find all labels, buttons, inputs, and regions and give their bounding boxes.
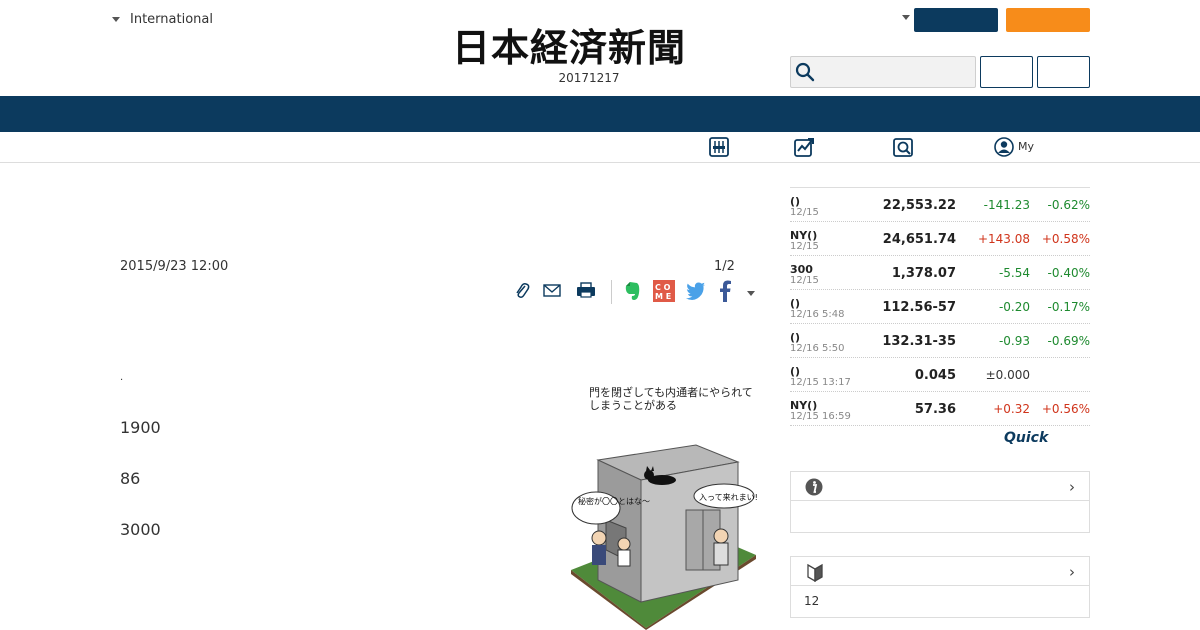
edition-label: International — [130, 12, 213, 27]
svg-text:M E: M E — [655, 292, 671, 301]
beginner-mark-icon — [807, 563, 823, 582]
market-time: 12/16 5:50 — [790, 343, 845, 354]
main-navbar — [0, 96, 1200, 132]
bubble-right-text: 入って来れまい! — [699, 493, 758, 502]
market-change: -5.54 — [998, 266, 1030, 280]
svg-text:C O: C O — [655, 283, 671, 292]
market-value: 1,378.07 — [891, 266, 956, 281]
chevron-right-icon: › — [1069, 563, 1075, 581]
market-row[interactable]: () 12/15 13:17 0.045 ±0.000 — [790, 358, 1090, 392]
share-divider — [611, 280, 612, 304]
market-change: -141.23 — [983, 198, 1030, 212]
market-row[interactable]: NY() 12/15 16:59 57.36 +0.32 +0.56% — [790, 392, 1090, 426]
market-time: 12/16 5:48 — [790, 309, 845, 320]
my-page-label[interactable]: My — [1018, 140, 1034, 153]
market-value: 112.56-57 — [882, 300, 956, 315]
market-percent: +0.56% — [1041, 402, 1090, 416]
article-paragraph-2: 86 — [120, 469, 141, 488]
facebook-icon[interactable] — [718, 280, 732, 302]
market-row[interactable]: () 12/15 22,553.22 -141.23 -0.62% — [790, 188, 1090, 222]
article-paragraph-1: 1900 — [120, 418, 161, 437]
market-value: 24,651.74 — [882, 232, 956, 247]
vault-illustration: 秘密が〇〇とはな～ 入って来れまい! — [571, 444, 758, 630]
site-logo[interactable]: 日本経済新聞 — [452, 28, 748, 68]
beginner-box-body: 12 — [804, 594, 820, 608]
search-input[interactable] — [790, 56, 976, 88]
clip-icon[interactable] — [514, 280, 530, 302]
market-value: 132.31-35 — [882, 334, 956, 349]
article-paragraph-3: 3000 — [120, 520, 161, 539]
market-value: 57.36 — [914, 402, 956, 417]
bubble-left-text: 秘密が〇〇とはな～ — [578, 496, 650, 506]
twitter-icon[interactable] — [685, 280, 707, 302]
info-box-body — [791, 501, 1089, 532]
market-value: 0.045 — [914, 368, 956, 383]
info-icon — [805, 478, 823, 496]
market-time: 12/15 — [790, 275, 819, 286]
market-percent: -0.69% — [1047, 334, 1090, 348]
issue-date: 20171217 — [558, 71, 620, 85]
edition-selector[interactable]: International — [112, 12, 213, 27]
market-time: 12/15 — [790, 207, 819, 218]
evernote-icon[interactable] — [622, 280, 642, 302]
market-time: 12/15 16:59 — [790, 411, 851, 422]
market-change: +143.08 — [977, 232, 1030, 246]
info-box-header[interactable]: › — [791, 472, 1089, 501]
market-change: +0.32 — [993, 402, 1030, 416]
market-row[interactable]: NY() 12/15 24,651.74 +143.08 +0.58% — [790, 222, 1090, 256]
info-box[interactable]: › — [790, 471, 1090, 533]
market-time: 12/15 — [790, 241, 819, 252]
market-chart-icon[interactable] — [793, 136, 815, 158]
share-more-caret-icon[interactable] — [747, 291, 755, 296]
market-change: ±0.000 — [985, 368, 1030, 382]
market-change: -0.20 — [998, 300, 1030, 314]
search-option-button-2[interactable] — [1037, 56, 1090, 88]
quick-logo[interactable]: Quick — [1004, 430, 1048, 446]
user-icon[interactable] — [993, 136, 1015, 158]
market-row[interactable]: () 12/16 5:48 112.56-57 -0.20 -0.17% — [790, 290, 1090, 324]
article-date: 2015/9/23 12:00 — [120, 259, 229, 274]
market-value: 22,553.22 — [882, 198, 956, 213]
search-icon[interactable] — [795, 62, 815, 82]
market-percent: -0.62% — [1047, 198, 1090, 212]
page: International 日本経済新聞 20171217 My 2015/9/… — [0, 0, 1200, 630]
mail-icon[interactable] — [543, 280, 561, 302]
market-change: -0.93 — [998, 334, 1030, 348]
login-button[interactable] — [914, 8, 998, 32]
search-option-button-1[interactable] — [980, 56, 1033, 88]
market-table: () 12/15 22,553.22 -141.23 -0.62% NY() 12/15 24… — [790, 187, 1090, 426]
print-icon[interactable] — [576, 280, 596, 302]
market-percent: -0.40% — [1047, 266, 1090, 280]
market-row[interactable]: 300 12/15 1,378.07 -5.54 -0.40% — [790, 256, 1090, 290]
chevron-right-icon: › — [1069, 478, 1075, 496]
beginner-box-header[interactable]: › — [791, 557, 1089, 586]
beginner-box[interactable]: › 12 — [790, 556, 1090, 618]
market-row[interactable]: () 12/16 5:50 132.31-35 -0.93 -0.69% — [790, 324, 1090, 358]
market-time: 12/15 13:17 — [790, 377, 851, 388]
subscribe-button[interactable] — [1006, 8, 1090, 32]
comemo-icon[interactable]: C O M E — [653, 280, 675, 302]
account-caret-icon[interactable] — [902, 15, 910, 20]
article-pager: 1/2 — [714, 259, 735, 274]
search-article-icon[interactable] — [892, 136, 914, 158]
market-percent: +0.58% — [1041, 232, 1090, 246]
newspaper-icon[interactable] — [708, 136, 730, 158]
caret-down-icon — [112, 17, 120, 22]
article-dot: . — [120, 372, 124, 383]
illustration-caption: 門を閉ざしても内通者にやられてしまうことがある — [589, 386, 753, 412]
market-percent: -0.17% — [1047, 300, 1090, 314]
